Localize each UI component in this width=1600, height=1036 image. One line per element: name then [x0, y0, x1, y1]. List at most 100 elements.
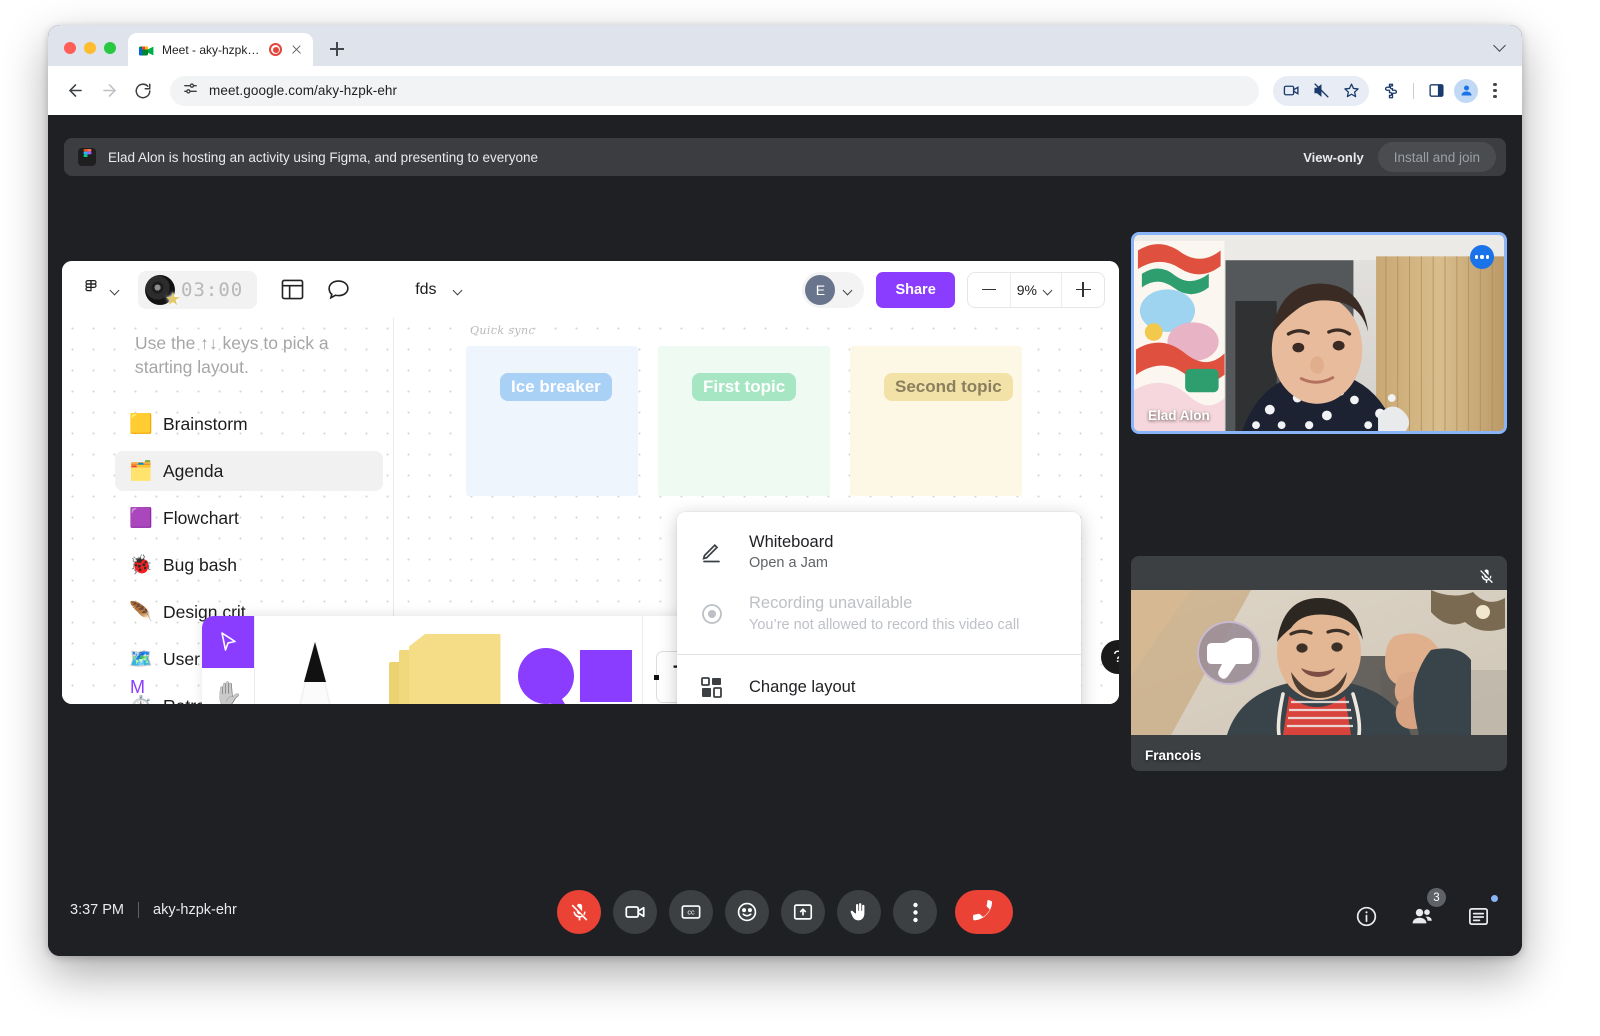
- mute-tab-icon[interactable]: [1307, 77, 1335, 105]
- captions-button[interactable]: cc: [669, 890, 713, 934]
- bug-icon: 🐞: [129, 554, 153, 576]
- layout-panel-icon[interactable]: [275, 273, 309, 307]
- minimize-window-button[interactable]: [84, 42, 96, 54]
- browser-tab[interactable]: Meet - aky-hzpk-ehr: [128, 33, 313, 66]
- screen-share-icon[interactable]: [1277, 77, 1305, 105]
- layout-option-brainstorm[interactable]: 🟨 Brainstorm: [115, 404, 383, 444]
- figma-logo-icon[interactable]: [78, 276, 104, 304]
- leave-call-button[interactable]: [955, 890, 1013, 934]
- chat-button[interactable]: [1456, 894, 1500, 938]
- figma-menu-chevron-icon[interactable]: [108, 283, 122, 297]
- shapes-icon: ↷: [516, 628, 636, 704]
- profile-avatar-icon[interactable]: [1454, 78, 1478, 103]
- reload-icon[interactable]: [128, 76, 158, 106]
- more-options-icon[interactable]: [1470, 245, 1494, 269]
- board-frame-second-topic[interactable]: Second topic: [850, 346, 1022, 496]
- participant-tile-elad-alon[interactable]: Elad Alon: [1131, 232, 1507, 434]
- collaborators-chevron-icon[interactable]: [841, 283, 855, 297]
- close-tab-button[interactable]: [289, 42, 305, 58]
- more-options-button[interactable]: [893, 890, 937, 934]
- tab-search-chevron-icon[interactable]: [1492, 37, 1522, 66]
- activity-banner: Elad Alon is hosting an activity using F…: [64, 138, 1506, 176]
- zoom-controls: 9%: [966, 271, 1105, 308]
- shapes-tool[interactable]: ↷: [510, 616, 642, 704]
- maximize-window-button[interactable]: [104, 42, 116, 54]
- pen-icon: [293, 642, 337, 704]
- forward-arrow-icon[interactable]: [94, 76, 124, 106]
- chat-unread-indicator: [1491, 895, 1498, 902]
- figma-activity-stage: ★ 03:00 fds E Share 9% Use the ↑↓ keys t…: [62, 261, 1119, 704]
- install-and-join-button[interactable]: Install and join: [1377, 142, 1496, 172]
- figma-timer[interactable]: ★ 03:00: [138, 270, 258, 309]
- participant-tile-francois[interactable]: Francois: [1131, 556, 1507, 771]
- frame-label: Ice breaker: [500, 373, 612, 401]
- cursor-tool[interactable]: [202, 616, 254, 668]
- banner-actions: View-only Install and join: [1303, 142, 1496, 172]
- figma-collaborators[interactable]: E: [802, 271, 865, 308]
- layout-option-bug-bash[interactable]: 🐞 Bug bash: [115, 545, 383, 585]
- menu-item-change-layout[interactable]: Change layout: [677, 664, 1081, 704]
- divider: [138, 902, 139, 918]
- figma-toolbar: ★ 03:00 fds E Share 9%: [62, 261, 1119, 318]
- frame-label: Second topic: [884, 373, 1013, 401]
- activity-banner-text: Elad Alon is hosting an activity using F…: [108, 149, 539, 165]
- meet-right-controls: 3: [1344, 888, 1500, 938]
- file-menu-chevron-icon[interactable]: [451, 283, 465, 297]
- pencil-icon: [699, 541, 725, 565]
- three-dot-menu-icon[interactable]: [1482, 78, 1508, 104]
- side-panel-icon[interactable]: [1422, 77, 1450, 105]
- media-controls-pill: [1273, 75, 1369, 106]
- figma-toolbar-right: E Share 9%: [802, 271, 1105, 308]
- microphone-button[interactable]: [557, 890, 601, 934]
- pen-tool[interactable]: [255, 616, 375, 704]
- meet-bottom-bar: 3:37 PM aky-hzpk-ehr cc 3: [48, 872, 1522, 956]
- menu-item-label: Change layout: [749, 678, 856, 697]
- site-settings-icon[interactable]: [182, 80, 199, 102]
- zoom-in-button[interactable]: [1062, 273, 1104, 307]
- hand-icon: ✋: [213, 680, 243, 705]
- google-meet-app: Elad Alon is hosting an activity using F…: [48, 115, 1522, 956]
- figma-icon: [78, 148, 96, 166]
- browser-window: Meet - aky-hzpk-ehr meet.google.com/aky-…: [48, 25, 1522, 956]
- camera-button[interactable]: [613, 890, 657, 934]
- present-button[interactable]: [781, 890, 825, 934]
- layout-grid-icon: [699, 676, 725, 699]
- figma-file-name[interactable]: fds: [415, 281, 436, 299]
- comment-bubble-icon[interactable]: [321, 273, 355, 307]
- zoom-chevron-icon[interactable]: [1041, 283, 1055, 297]
- layout-option-flowchart[interactable]: 🟪 Flowchart: [115, 498, 383, 538]
- menu-item-whiteboard[interactable]: Whiteboard Open a Jam: [677, 522, 1081, 583]
- participant-video: [1131, 590, 1507, 735]
- call-controls: cc: [557, 890, 1013, 934]
- address-bar[interactable]: meet.google.com/aky-hzpk-ehr: [170, 75, 1259, 106]
- menu-item-recording: Recording unavailable You’re not allowed…: [677, 583, 1081, 644]
- zoom-out-button[interactable]: [968, 273, 1010, 307]
- participant-name: Elad Alon: [1148, 408, 1210, 423]
- zoom-level-value: 9%: [1016, 281, 1037, 298]
- sticky-note-tool[interactable]: [375, 616, 510, 704]
- board-frame-first-topic[interactable]: First topic: [658, 346, 830, 496]
- puzzle-piece-icon[interactable]: [1377, 77, 1405, 105]
- hand-tool[interactable]: ✋: [202, 668, 254, 704]
- share-button[interactable]: Share: [876, 271, 955, 308]
- new-tab-button[interactable]: [323, 35, 351, 63]
- back-arrow-icon[interactable]: [60, 76, 90, 106]
- browser-tab-strip: Meet - aky-hzpk-ehr: [48, 25, 1522, 66]
- layout-option-agenda[interactable]: 🗂️ Agenda: [115, 451, 383, 491]
- zoom-level[interactable]: 9%: [1009, 272, 1062, 307]
- meeting-code: aky-hzpk-ehr: [153, 902, 237, 918]
- reactions-button[interactable]: [725, 890, 769, 934]
- current-time: 3:37 PM: [70, 902, 124, 918]
- svg-text:cc: cc: [687, 908, 695, 917]
- help-button[interactable]: ?: [1101, 640, 1119, 674]
- participants-button[interactable]: 3: [1400, 888, 1446, 938]
- flowchart-icon: 🟪: [129, 507, 153, 529]
- window-controls[interactable]: [48, 42, 128, 66]
- sticky-note-icon: 🟨: [129, 413, 153, 435]
- menu-item-title: Whiteboard: [749, 533, 834, 551]
- close-window-button[interactable]: [64, 42, 76, 54]
- raise-hand-button[interactable]: [837, 890, 881, 934]
- board-frame-ice-breaker[interactable]: Ice breaker: [466, 346, 638, 496]
- star-icon[interactable]: [1337, 77, 1365, 105]
- meeting-details-button[interactable]: [1344, 894, 1388, 938]
